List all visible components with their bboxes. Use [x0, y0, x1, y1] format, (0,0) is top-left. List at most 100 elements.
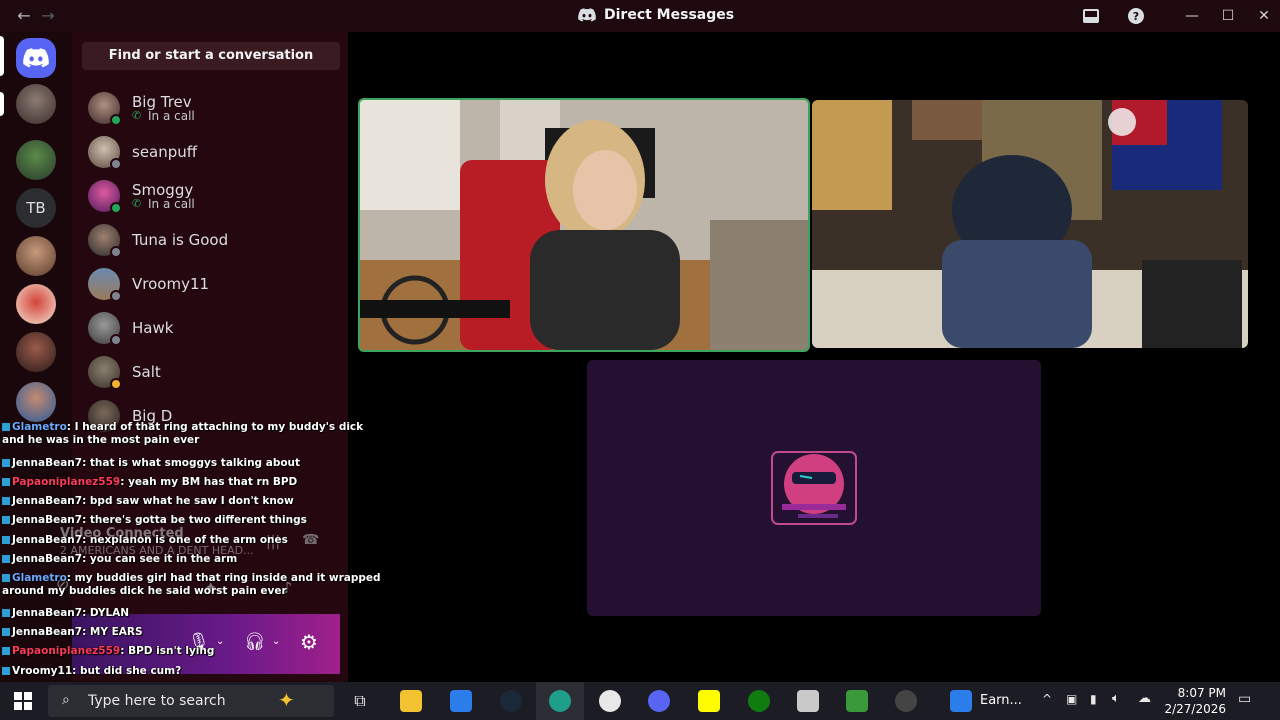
dm-item-smoggy[interactable]: Smoggy In a call ✆	[88, 176, 338, 216]
obs-icon[interactable]	[599, 690, 621, 712]
status-idle-icon	[110, 378, 122, 390]
xbox-icon[interactable]	[748, 690, 770, 712]
stream-chat-overlay: Glametro: I heard of that ring attaching…	[0, 418, 390, 718]
chat-message: Glametro: I heard of that ring attaching…	[2, 421, 387, 447]
svg-text:?: ?	[1133, 10, 1139, 23]
clock[interactable]: 8:07 PM 2/27/2026	[1162, 685, 1226, 717]
server-icon[interactable]	[16, 332, 56, 372]
chess-icon[interactable]	[846, 690, 868, 712]
chat-text: : that is what smoggys talking about	[82, 457, 301, 469]
weather-cloud-icon[interactable]: ☁	[1138, 691, 1151, 706]
chat-message: Glametro: my buddies girl had that ring …	[2, 572, 387, 598]
video-tile[interactable]	[812, 100, 1248, 348]
video-stage	[348, 32, 1280, 682]
user-avatar-icon	[771, 451, 857, 525]
app-icon[interactable]	[797, 690, 819, 712]
dm-item-seanpuff[interactable]: seanpuff	[88, 132, 338, 172]
edge-icon[interactable]	[549, 690, 571, 712]
windows-taskbar: ⌕ Type here to search ✦ ⧉ Earn... ^ ▣ ▮ …	[0, 682, 1280, 720]
server-icon[interactable]	[16, 284, 56, 324]
dm-item-vroomy11[interactable]: Vroomy11	[88, 264, 338, 304]
back-arrow-icon[interactable]: ←	[14, 6, 34, 26]
recorder-icon[interactable]	[895, 690, 917, 712]
battery-icon[interactable]: ▮	[1090, 692, 1097, 706]
sub-badge-icon	[2, 609, 10, 617]
windows-start-icon[interactable]	[14, 692, 32, 710]
chat-username: Glametro	[12, 421, 67, 433]
sub-badge-icon	[2, 555, 10, 563]
chat-message: JennaBean7: that is what smoggys talking…	[2, 457, 387, 470]
sub-badge-icon	[2, 628, 10, 636]
chat-username: JennaBean7	[12, 514, 83, 526]
chat-text: : BPD isn't lying	[120, 645, 215, 657]
maximize-icon[interactable]: ☐	[1218, 6, 1238, 26]
server-icon[interactable]	[16, 236, 56, 276]
chevron-up-icon[interactable]: ^	[1042, 692, 1052, 706]
file-explorer-icon[interactable]	[400, 690, 422, 712]
rail-active-pill	[0, 92, 4, 116]
inbox-icon[interactable]	[1082, 7, 1100, 25]
open-app-label[interactable]: Earn...	[980, 693, 1022, 708]
store-icon[interactable]	[450, 690, 472, 712]
find-conversation-button[interactable]: Find or start a conversation	[82, 42, 340, 70]
chat-username: JennaBean7	[12, 553, 83, 565]
sub-badge-icon	[2, 497, 10, 505]
document-icon[interactable]	[950, 690, 972, 712]
taskbar-search-placeholder[interactable]: Type here to search	[88, 693, 226, 709]
video-tile-avatar[interactable]	[587, 360, 1041, 616]
dm-name: Hawk	[132, 319, 174, 337]
status-online-icon	[110, 202, 122, 214]
chat-message: JennaBean7: nexplanon is one of the arm …	[2, 534, 387, 547]
chat-text: : nexplanon is one of the arm ones	[82, 534, 288, 546]
dm-item-hawk[interactable]: Hawk	[88, 308, 338, 348]
dm-sub: In a call	[148, 197, 195, 211]
minimize-icon[interactable]: —	[1182, 6, 1202, 26]
tray-app-icon[interactable]: ▣	[1066, 692, 1077, 706]
clock-date: 2/27/2026	[1164, 702, 1226, 716]
video-tile-speaking[interactable]	[358, 98, 810, 352]
dm-name: Vroomy11	[132, 275, 210, 293]
phone-icon: ✆	[132, 197, 142, 210]
server-icon[interactable]	[16, 382, 56, 422]
chat-message: Vroomy11: but did she cum?	[2, 665, 387, 678]
steam-icon[interactable]	[500, 690, 522, 712]
dm-call-avatar[interactable]	[16, 84, 56, 124]
chat-username: JennaBean7	[12, 607, 83, 619]
discord-logo-icon	[578, 8, 596, 22]
volume-icon[interactable]: 🔈︎	[1112, 691, 1120, 706]
forward-arrow-icon[interactable]: →	[38, 6, 58, 26]
chat-username: JennaBean7	[12, 534, 83, 546]
video-feed-bedroom	[812, 100, 1248, 348]
server-icon-text[interactable]: TB	[16, 188, 56, 228]
chat-username: JennaBean7	[12, 495, 83, 507]
chat-message: Papaoniplanez559: BPD isn't lying	[2, 645, 387, 658]
chat-text: : you can see it in the arm	[82, 553, 238, 565]
notifications-icon[interactable]: ▭	[1238, 691, 1251, 707]
server-icon[interactable]	[16, 140, 56, 180]
discord-window: ← → Direct Messages ? — ☐ ✕ TB Find or s…	[0, 0, 1280, 720]
title-center: Direct Messages	[578, 7, 734, 23]
dm-name: Salt	[132, 363, 161, 381]
snapchat-icon[interactable]	[698, 690, 720, 712]
chat-message: JennaBean7: MY EARS	[2, 626, 387, 639]
clock-time: 8:07 PM	[1177, 686, 1226, 700]
dm-item-salt[interactable]: Salt	[88, 352, 338, 392]
dm-name: Tuna is Good	[132, 231, 229, 249]
home-button[interactable]	[16, 38, 56, 78]
dm-item-tuna-is-good[interactable]: Tuna is Good	[88, 220, 338, 260]
help-icon[interactable]: ?	[1127, 7, 1145, 25]
chat-username: Papaoniplanez559	[12, 645, 121, 657]
sub-badge-icon	[2, 459, 10, 467]
discord-taskbar-icon[interactable]	[648, 690, 670, 712]
task-view-icon[interactable]: ⧉	[349, 690, 371, 712]
status-offline-icon	[110, 290, 122, 302]
close-icon[interactable]: ✕	[1254, 6, 1274, 26]
status-online-icon	[110, 114, 122, 126]
dm-sub: In a call	[148, 109, 195, 123]
video-feed-room	[360, 100, 808, 350]
chat-message: JennaBean7: DYLAN	[2, 607, 387, 620]
sub-badge-icon	[2, 516, 10, 524]
chat-message: JennaBean7: you can see it in the arm	[2, 553, 387, 566]
dm-item-big-trev[interactable]: Big Trev In a call ✆	[88, 88, 338, 128]
chat-username: Glametro	[12, 572, 67, 584]
